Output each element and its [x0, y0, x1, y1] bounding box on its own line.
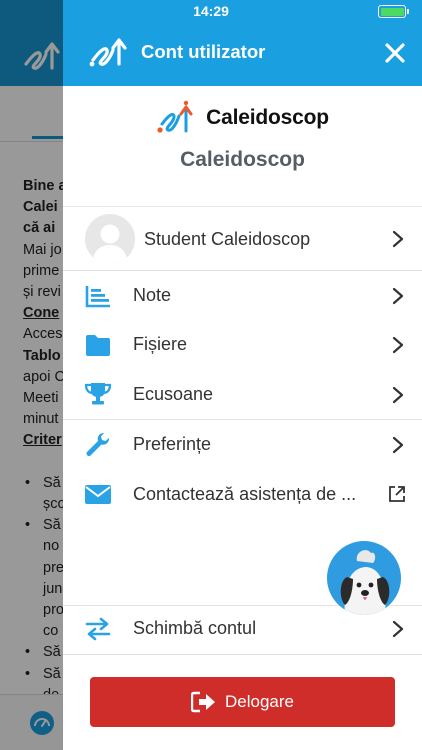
trophy-icon — [83, 381, 113, 407]
folder-icon — [83, 332, 113, 358]
brand-logo-text: Caleidoscop — [206, 106, 329, 129]
menu-item-label: Ecusoane — [133, 384, 214, 404]
brand-name: Caleidoscop — [180, 148, 305, 171]
brand-logo: Caleidoscop — [63, 98, 422, 138]
brand-section: Caleidoscop Caleidoscop — [63, 86, 422, 207]
chevron-right-icon — [392, 620, 404, 638]
sign-out-icon — [191, 691, 215, 713]
menu-item-label: Contactează asistența de ... — [133, 484, 357, 504]
swap-arrows-icon — [83, 616, 113, 642]
caleidoscop-logo-icon — [157, 100, 193, 133]
menu-item-fisiere[interactable]: Fișiere — [63, 320, 422, 369]
external-link-icon — [389, 486, 405, 502]
status-bar: 14:29 — [0, 0, 422, 22]
chevron-right-icon — [392, 386, 404, 404]
logout-button[interactable]: Delogare — [90, 677, 395, 727]
user-name: Student Caleidoscop — [144, 229, 311, 249]
menu-item-label: Preferințe — [133, 434, 212, 454]
menu-item-label: Note — [133, 285, 172, 305]
chevron-right-icon — [392, 436, 404, 454]
status-time: 14:29 — [193, 3, 229, 19]
menu-item-ecusoane[interactable]: Ecusoane — [63, 369, 422, 419]
mascot-dog-icon[interactable] — [327, 541, 401, 615]
drawer-title: Cont utilizator — [141, 41, 266, 62]
chevron-right-icon — [392, 287, 404, 305]
close-icon[interactable] — [382, 40, 408, 66]
battery-icon — [378, 5, 409, 18]
divider — [63, 654, 422, 655]
chevron-right-icon — [392, 336, 404, 354]
app-logo-icon — [89, 38, 127, 67]
menu-item-note[interactable]: Note — [63, 271, 422, 320]
logout-label: Delogare — [225, 692, 294, 711]
menu-item-label: Fișiere — [133, 334, 188, 354]
wrench-icon — [83, 431, 113, 457]
account-drawer: Cont utilizator Caleidoscop Caleidoscop … — [63, 0, 422, 750]
user-profile-row[interactable]: Student Caleidoscop — [63, 208, 422, 270]
list-chart-icon — [83, 283, 113, 309]
envelope-icon — [83, 482, 113, 508]
menu-item-preferinte[interactable]: Preferințe — [63, 420, 422, 469]
chevron-right-icon — [392, 230, 404, 248]
avatar — [85, 214, 135, 264]
menu-item-label: Schimbă contul — [133, 618, 257, 638]
menu-item-contact-support[interactable]: Contactează asistența de ... — [63, 469, 422, 519]
